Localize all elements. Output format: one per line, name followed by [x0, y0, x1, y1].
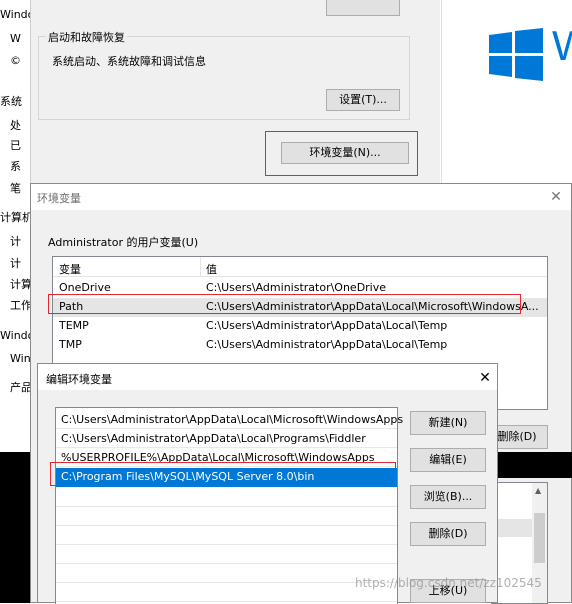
system-info-truncated-label: 计	[10, 257, 21, 270]
user-variables-label: Administrator 的用户变量(U)	[48, 236, 199, 249]
top-settings-button[interactable]	[326, 0, 400, 16]
system-info-truncated-label: ©	[10, 54, 21, 67]
system-variable-row[interactable]	[492, 519, 532, 537]
scroll-up-arrow-icon[interactable]: ▲	[535, 486, 541, 495]
path-item-empty[interactable]	[56, 525, 397, 526]
system-info-truncated-label: 系	[10, 160, 21, 173]
mysql-path-highlight	[50, 462, 396, 486]
windows-logo-area: W	[441, 0, 572, 185]
path-item-empty[interactable]	[56, 563, 397, 564]
edit-button[interactable]: 编辑(E)	[410, 448, 486, 472]
edit-environment-variable-dialog: 编辑环境变量 ✕ C:\Users\Administrator\AppData\…	[37, 363, 498, 604]
variable-name: OneDrive	[59, 281, 111, 294]
path-text: C:\Users\Administrator\AppData\Local\Pro…	[61, 432, 366, 445]
system-info-truncated-label: 工作	[10, 299, 30, 312]
windows-logo-text: W	[552, 22, 572, 69]
system-info-truncated-label: 计算机	[0, 211, 30, 224]
path-row-highlight	[48, 294, 521, 314]
system-info-truncated-label: Windo	[0, 8, 30, 21]
system-info-truncated-label: 已	[10, 139, 21, 152]
delete-button[interactable]: 删除(D)	[410, 522, 486, 546]
path-item-empty[interactable]	[56, 582, 397, 583]
path-item[interactable]: C:\Users\Administrator\AppData\Local\Pro…	[56, 430, 397, 448]
path-item-empty[interactable]	[56, 506, 397, 507]
desktop-background	[0, 452, 30, 603]
system-info-truncated-label: 处	[10, 119, 21, 132]
path-item[interactable]: C:\Users\Administrator\AppData\Local\Mic…	[56, 411, 403, 429]
column-divider	[200, 257, 201, 277]
system-info-truncated-label: W	[10, 32, 21, 45]
system-info-truncated-label: 笔	[10, 182, 21, 195]
startup-settings-button[interactable]: 设置(T)...	[326, 89, 400, 111]
variable-name: TMP	[59, 338, 82, 351]
edit-dialog-title: 编辑环境变量	[46, 373, 112, 386]
startup-recovery-title: 启动和故障恢复	[46, 29, 127, 45]
scrollbar-thumb[interactable]	[534, 513, 545, 563]
path-item-empty[interactable]	[56, 544, 397, 545]
system-info-truncated-label: Win	[10, 352, 30, 365]
user-variable-row[interactable]: TEMP C:\Users\Administrator\AppData\Loca…	[53, 317, 547, 336]
user-variables-header: 变量 值	[53, 257, 547, 277]
column-header-variable[interactable]: 变量	[59, 261, 81, 277]
env-dialog-close-button[interactable]: ✕	[547, 188, 565, 206]
env-vars-button-highlight	[265, 131, 418, 176]
system-info-truncated-label: 产品	[10, 381, 30, 394]
variable-value: C:\Users\Administrator\AppData\Local\Tem…	[206, 338, 448, 351]
variable-value: C:\Users\Administrator\OneDrive	[206, 281, 387, 294]
startup-recovery-description: 系统启动、系统故障和调试信息	[52, 55, 206, 68]
browse-button[interactable]: 浏览(B)...	[410, 485, 486, 509]
path-text: C:\Users\Administrator\AppData\Local\Mic…	[61, 413, 404, 426]
desktop-background-right	[498, 452, 572, 478]
system-info-truncated-label: 计	[10, 235, 21, 248]
env-dialog-title: 环境变量	[37, 192, 81, 205]
watermark-text: https://blog.csdn.net/zz102545	[355, 576, 542, 590]
variable-value: C:\Users\Administrator\AppData\Local\Tem…	[206, 319, 448, 332]
path-list: C:\Users\Administrator\AppData\Local\Mic…	[55, 407, 403, 604]
system-info-truncated-label: 系统	[0, 95, 22, 108]
windows-logo-icon	[489, 28, 543, 81]
variable-name: TEMP	[59, 319, 89, 332]
system-info-truncated-label: Windo	[0, 329, 30, 342]
env-dialog-titlebar	[31, 184, 571, 210]
path-item-empty[interactable]	[56, 601, 397, 602]
system-info-truncated-label: 计算	[10, 278, 30, 291]
edit-dialog-close-button[interactable]: ✕	[476, 369, 494, 387]
new-button[interactable]: 新建(N)	[410, 411, 486, 435]
user-variable-row[interactable]: TMP C:\Users\Administrator\AppData\Local…	[53, 336, 547, 355]
column-header-value[interactable]: 值	[206, 261, 217, 277]
